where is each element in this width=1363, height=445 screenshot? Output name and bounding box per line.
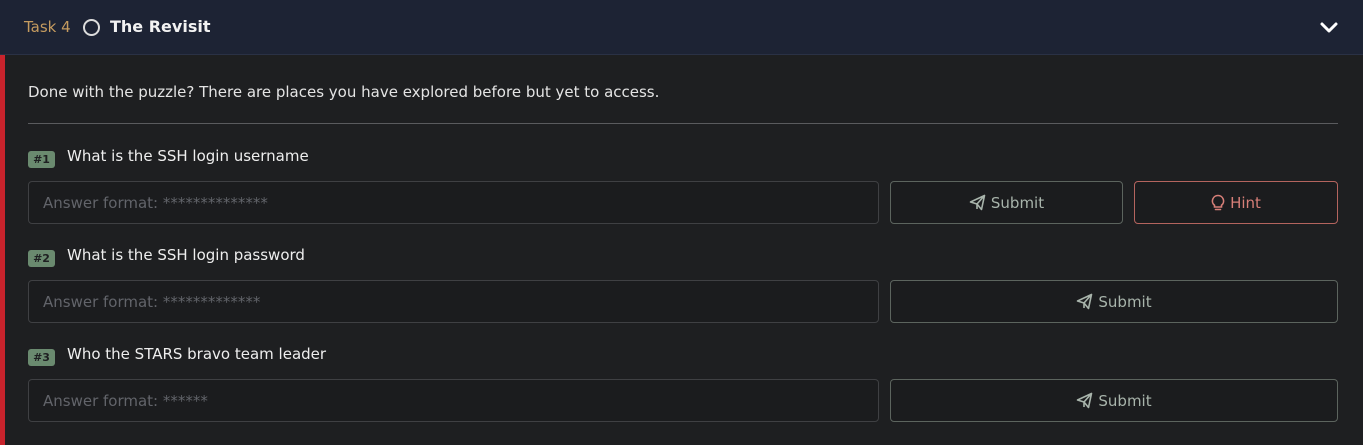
lightbulb-icon xyxy=(1211,194,1225,210)
question-text-3: Who the STARS bravo team leader xyxy=(67,345,327,363)
submit-label-2: Submit xyxy=(1098,292,1152,311)
submit-button-3[interactable]: Submit xyxy=(890,379,1338,422)
question-badge-1: #1 xyxy=(28,151,55,168)
circle-outline-icon xyxy=(83,19,100,36)
task-title: The Revisit xyxy=(110,17,211,36)
paper-plane-icon xyxy=(1077,392,1093,409)
submit-button-1[interactable]: Submit xyxy=(890,181,1123,224)
question-text-2: What is the SSH login password xyxy=(67,246,305,264)
paper-plane-icon xyxy=(1077,293,1093,310)
hint-label-1: Hint xyxy=(1230,193,1261,212)
answer-input-3[interactable] xyxy=(28,379,879,422)
paper-plane-icon xyxy=(969,194,986,211)
chevron-down-icon[interactable] xyxy=(1318,16,1340,38)
task-header[interactable]: Task 4 The Revisit xyxy=(0,0,1363,55)
submit-label-3: Submit xyxy=(1098,391,1152,410)
question-badge-3: #3 xyxy=(28,349,55,366)
submit-label-1: Submit xyxy=(990,193,1045,212)
question-badge-2: #2 xyxy=(28,250,55,267)
task-body: Done with the puzzle? There are places y… xyxy=(0,55,1363,445)
hint-button-1[interactable]: Hint xyxy=(1134,181,1338,224)
task-intro: Done with the puzzle? There are places y… xyxy=(28,83,660,101)
question-text-1: What is the SSH login username xyxy=(67,147,309,165)
divider xyxy=(28,123,1338,124)
answer-input-1[interactable] xyxy=(28,181,879,224)
submit-button-2[interactable]: Submit xyxy=(890,280,1338,323)
task-number: Task 4 xyxy=(24,18,71,36)
answer-input-2[interactable] xyxy=(28,280,879,323)
accent-bar xyxy=(0,55,5,445)
